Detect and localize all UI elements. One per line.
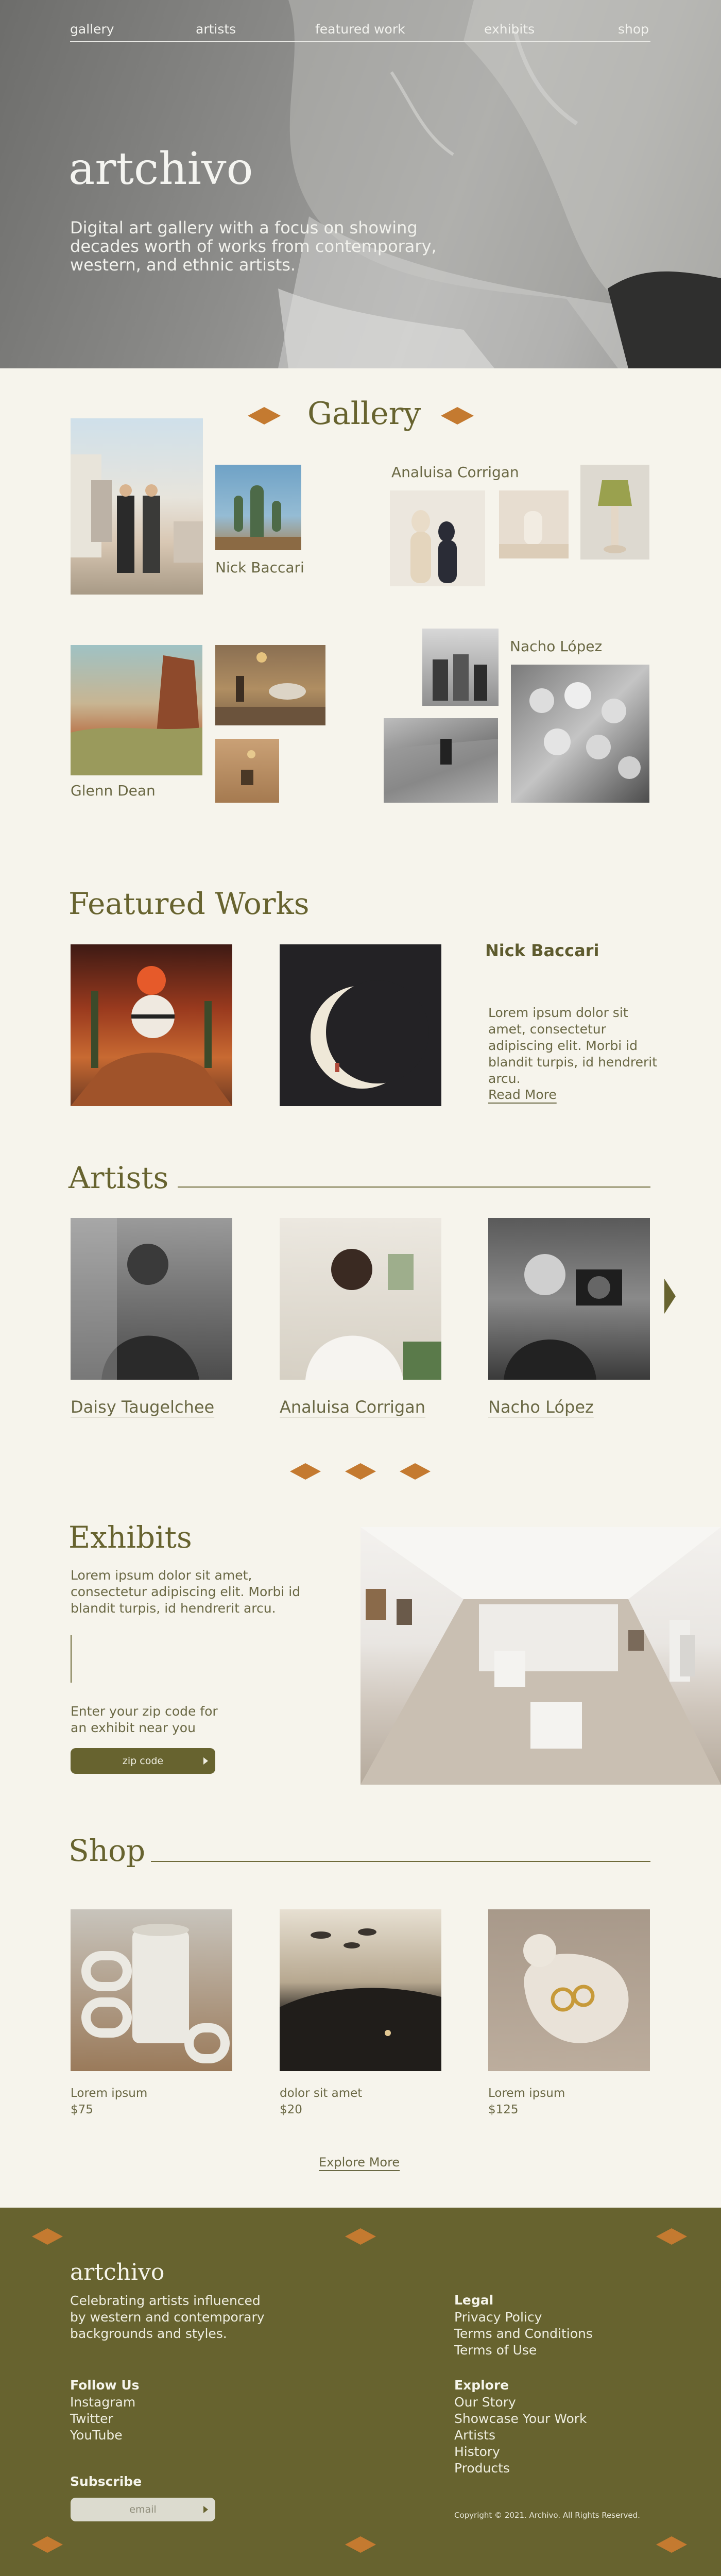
shop-item-name: Lorem ipsum bbox=[71, 2087, 148, 2100]
artists-heading: Artists bbox=[68, 1160, 169, 1195]
diamond-icon bbox=[441, 407, 474, 425]
diamond-icon bbox=[345, 2536, 376, 2553]
gallery-image-desert-landscape[interactable] bbox=[71, 645, 202, 775]
nav-divider bbox=[70, 41, 650, 42]
nav-exhibits[interactable]: exhibits bbox=[484, 22, 535, 37]
gallery-image-sculptures[interactable] bbox=[390, 490, 485, 586]
footer-legal-list: Privacy Policy Terms and Conditions Term… bbox=[454, 2309, 593, 2359]
footer-follow-heading: Follow Us bbox=[70, 2378, 140, 2393]
footer-tagline: Celebrating artists influenced by wester… bbox=[70, 2293, 265, 2341]
footer-link-our-story[interactable]: Our Story bbox=[454, 2394, 587, 2411]
featured-image-sunset-figure[interactable] bbox=[71, 944, 232, 1106]
artist-link-analuisa-corrigan[interactable]: Analuisa Corrigan bbox=[280, 1397, 425, 1417]
shop-item-price: $75 bbox=[71, 2103, 93, 2116]
exhibits-divider bbox=[71, 1635, 72, 1683]
footer-explore-heading: Explore bbox=[454, 2378, 509, 2393]
gallery-image-market-crowd[interactable] bbox=[511, 665, 649, 803]
shop-heading: Shop bbox=[68, 1833, 146, 1868]
diamond-icon bbox=[345, 2228, 376, 2245]
footer-link-twitter[interactable]: Twitter bbox=[70, 2411, 135, 2427]
diamond-icon bbox=[248, 407, 281, 425]
diamond-icon bbox=[656, 2536, 687, 2553]
footer-link-youtube[interactable]: YouTube bbox=[70, 2427, 135, 2444]
gallery-artist-glenn-dean[interactable]: Glenn Dean bbox=[71, 782, 156, 799]
footer-link-terms-and-conditions[interactable]: Terms and Conditions bbox=[454, 2326, 593, 2342]
gallery-artist-nacho-lopez[interactable]: Nacho López bbox=[510, 638, 602, 655]
artists-next-arrow-icon[interactable] bbox=[664, 1279, 676, 1314]
gallery-image-family-portrait[interactable] bbox=[422, 629, 499, 706]
featured-heading: Featured Works bbox=[68, 886, 310, 921]
gallery-image-lamp[interactable] bbox=[580, 465, 649, 560]
artist-photo-daisy-taugelchee[interactable] bbox=[71, 1218, 232, 1380]
zip-code-placeholder: zip code bbox=[122, 1755, 164, 1767]
diamond-icon bbox=[32, 2536, 63, 2553]
gallery-image-vase[interactable] bbox=[499, 490, 569, 558]
diamond-icon bbox=[400, 1463, 431, 1480]
footer-link-privacy-policy[interactable]: Privacy Policy bbox=[454, 2309, 593, 2326]
email-submit-arrow-icon[interactable] bbox=[203, 2506, 208, 2513]
nav-shop[interactable]: shop bbox=[618, 22, 649, 37]
shop-image-dark-landscape[interactable] bbox=[280, 1909, 441, 2071]
footer-link-artists[interactable]: Artists bbox=[454, 2427, 587, 2444]
exhibits-description: Lorem ipsum dolor sit amet, consectetur … bbox=[71, 1568, 301, 1616]
diamond-icon bbox=[290, 1463, 321, 1480]
zip-code-input[interactable]: zip code bbox=[71, 1748, 215, 1774]
gallery-heading: Gallery bbox=[307, 396, 421, 432]
hero-description: Digital art gallery with a focus on show… bbox=[70, 218, 437, 275]
nav-artists[interactable]: artists bbox=[196, 22, 236, 37]
footer-subscribe-heading: Subscribe bbox=[70, 2474, 142, 2489]
gallery-image-horses[interactable] bbox=[215, 645, 325, 725]
artist-link-daisy-taugelchee[interactable]: Daisy Taugelchee bbox=[71, 1397, 214, 1417]
footer-link-showcase-your-work[interactable]: Showcase Your Work bbox=[454, 2411, 587, 2427]
footer-email-placeholder: email bbox=[129, 2504, 157, 2515]
footer-link-instagram[interactable]: Instagram bbox=[70, 2394, 135, 2411]
gallery-image-cactus[interactable] bbox=[215, 465, 301, 550]
gallery-artist-analuisa-corrigan[interactable]: Analuisa Corrigan bbox=[391, 464, 519, 481]
featured-read-more-link[interactable]: Read More bbox=[488, 1087, 557, 1102]
shop-image-gold-rings[interactable] bbox=[488, 1909, 650, 2071]
footer-legal-heading: Legal bbox=[454, 2293, 494, 2308]
exhibits-zip-prompt: Enter your zip code for an exhibit near … bbox=[71, 1704, 218, 1735]
gallery-image-woman-walking[interactable] bbox=[384, 718, 498, 803]
shop-item-name: Lorem ipsum bbox=[488, 2087, 565, 2100]
gallery-image-handshake[interactable] bbox=[71, 418, 203, 595]
zip-submit-arrow-icon[interactable] bbox=[203, 1757, 208, 1765]
featured-description: Lorem ipsum dolor sit amet, consectetur … bbox=[488, 1005, 658, 1086]
featured-image-crescent-moon[interactable] bbox=[280, 944, 441, 1106]
diamond-icon bbox=[656, 2228, 687, 2245]
shop-image-ceramic-cups[interactable] bbox=[71, 1909, 232, 2071]
nav-gallery[interactable]: gallery bbox=[70, 22, 114, 37]
shop-item-name: dolor sit amet bbox=[280, 2087, 363, 2100]
artist-photo-nacho-lopez[interactable] bbox=[488, 1218, 650, 1380]
hero-banner: gallery artists featured work exhibits s… bbox=[0, 0, 721, 368]
diamond-icon bbox=[345, 1463, 376, 1480]
exhibits-heading: Exhibits bbox=[68, 1520, 192, 1555]
footer-link-history[interactable]: History bbox=[454, 2444, 587, 2460]
footer-link-terms-of-use[interactable]: Terms of Use bbox=[454, 2342, 593, 2359]
artists-divider bbox=[178, 1187, 650, 1188]
diamond-icon bbox=[32, 2228, 63, 2245]
footer-copyright: Copyright © 2021. Archivo. All Rights Re… bbox=[454, 2511, 640, 2520]
footer: artchivo Celebrating artists influenced … bbox=[0, 2208, 721, 2576]
artist-photo-analuisa-corrigan[interactable] bbox=[280, 1218, 441, 1380]
footer-email-input[interactable]: email bbox=[71, 2498, 215, 2521]
footer-logo[interactable]: artchivo bbox=[70, 2259, 164, 2285]
hero-title: artchivo bbox=[68, 143, 253, 195]
exhibits-gallery-image bbox=[360, 1527, 721, 1785]
shop-item-price: $20 bbox=[280, 2103, 302, 2116]
featured-artist-name: Nick Baccari bbox=[485, 941, 599, 960]
artist-link-nacho-lopez[interactable]: Nacho López bbox=[488, 1397, 594, 1417]
shop-explore-more-link[interactable]: Explore More bbox=[319, 2155, 400, 2170]
gallery-artist-nick-baccari[interactable]: Nick Baccari bbox=[215, 559, 304, 576]
gallery-image-rider[interactable] bbox=[215, 739, 279, 803]
shop-divider bbox=[151, 1861, 650, 1862]
footer-link-products[interactable]: Products bbox=[454, 2460, 587, 2477]
footer-explore-list: Our Story Showcase Your Work Artists His… bbox=[454, 2394, 587, 2477]
shop-item-price: $125 bbox=[488, 2103, 519, 2116]
nav-featured-work[interactable]: featured work bbox=[315, 22, 405, 37]
footer-follow-list: Instagram Twitter YouTube bbox=[70, 2394, 135, 2444]
